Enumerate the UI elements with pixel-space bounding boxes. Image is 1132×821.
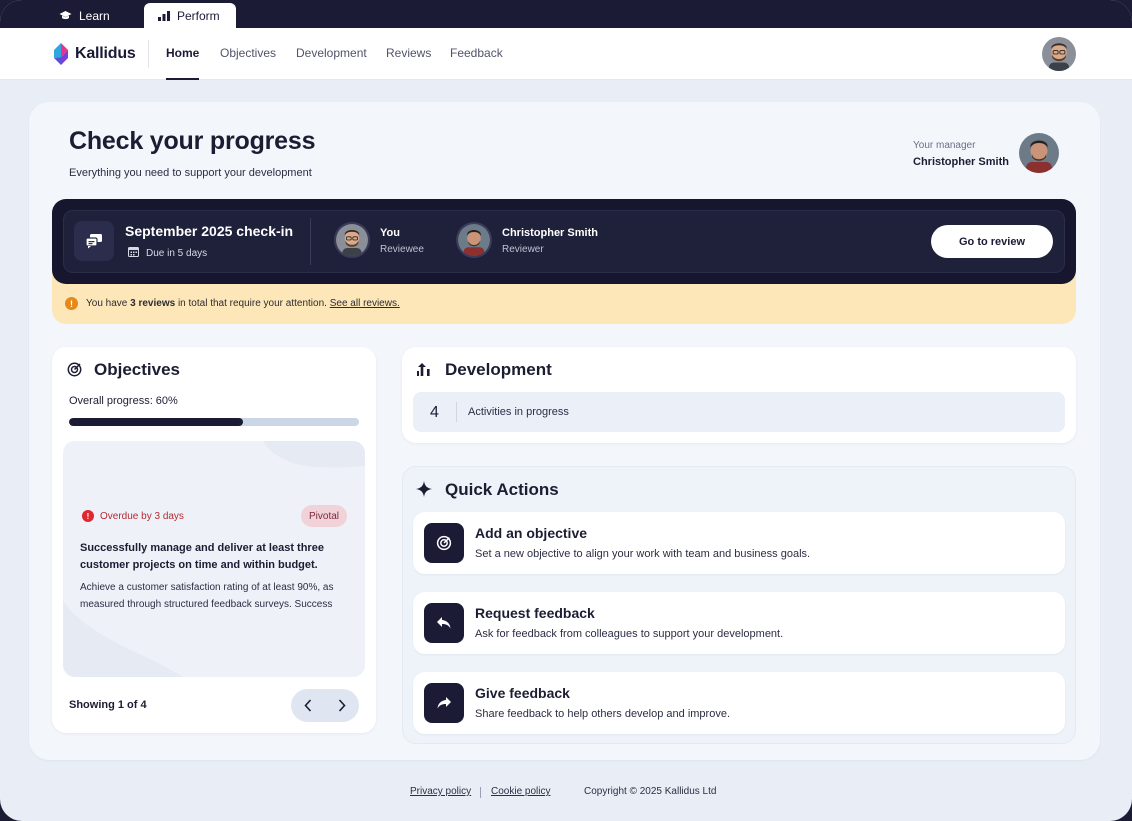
privacy-policy-link[interactable]: Privacy policy — [410, 786, 471, 797]
user-avatar[interactable] — [1042, 37, 1076, 71]
bar-chart-icon — [158, 10, 170, 21]
kallidus-logo-icon — [54, 43, 68, 65]
row-divider — [456, 402, 457, 422]
add-objective-title: Add an objective — [475, 525, 588, 541]
alert-text: in total that require your attention. — [175, 298, 330, 309]
nav-link-feedback[interactable]: Feedback — [450, 46, 503, 60]
nav-link-objectives[interactable]: Objectives — [220, 46, 276, 60]
forward-arrow-icon — [424, 683, 464, 723]
product-tab-learn[interactable]: Learn — [45, 3, 124, 28]
cookie-policy-link[interactable]: Cookie policy — [491, 786, 550, 797]
reviewee-name: You — [380, 227, 400, 239]
chevron-left-icon — [304, 699, 312, 712]
reviewee-avatar — [334, 222, 370, 258]
target-icon — [67, 362, 82, 382]
manager-name[interactable]: Christopher Smith — [913, 156, 1009, 168]
kallidus-logo[interactable]: Kallidus — [52, 42, 136, 66]
pagination-control — [291, 689, 359, 722]
progress-fill — [69, 418, 243, 426]
app-frame: Learn Perform Kallidus Home Objectives D… — [0, 0, 1132, 821]
objective-description: Achieve a customer satisfaction rating o… — [80, 582, 334, 610]
product-tab-perform[interactable]: Perform — [144, 3, 236, 28]
see-all-reviews-link[interactable]: See all reviews. — [330, 298, 400, 309]
checkin-divider — [310, 218, 311, 265]
nav-link-home[interactable]: Home — [166, 46, 200, 80]
previous-button[interactable] — [291, 689, 325, 722]
calendar-icon — [128, 246, 139, 260]
nav-link-development[interactable]: Development — [296, 46, 367, 60]
nav-link-reviews[interactable]: Reviews — [386, 46, 431, 60]
reply-arrow-icon — [424, 603, 464, 643]
pagination-status: Showing 1 of 4 — [69, 699, 147, 711]
reviewer-avatar — [456, 222, 492, 258]
product-tab-label: Perform — [177, 8, 220, 23]
pivotal-tag: Pivotal — [301, 505, 348, 527]
request-feedback-description: Ask for feedback from colleagues to supp… — [475, 628, 784, 640]
growth-arrows-icon — [417, 362, 432, 382]
footer-divider — [480, 787, 481, 798]
chat-icon — [74, 221, 114, 261]
due-date: Due in 5 days — [128, 246, 207, 260]
reviewee-role: Reviewee — [380, 244, 424, 255]
main-nav: Kallidus Home Objectives Development Rev… — [0, 28, 1132, 80]
page-title: Check your progress — [69, 127, 316, 155]
add-objective-action[interactable] — [413, 512, 1065, 574]
nav-divider — [148, 40, 149, 68]
checkin-card — [63, 210, 1065, 273]
page-subtitle: Everything you need to support your deve… — [69, 167, 312, 179]
chevron-right-icon — [338, 699, 346, 712]
overdue-status: ! Overdue by 3 days — [82, 510, 184, 522]
request-feedback-title: Request feedback — [475, 605, 595, 621]
alert-count: 3 reviews — [130, 298, 176, 309]
overall-progress-bar — [69, 418, 359, 426]
checkin-title: September 2025 check-in — [125, 223, 294, 239]
alert-icon: ! — [82, 510, 94, 522]
sparkle-icon — [416, 481, 432, 502]
next-button[interactable] — [325, 689, 359, 722]
due-text: Due in 5 days — [146, 247, 208, 259]
objectives-title: Objectives — [94, 360, 180, 379]
give-feedback-action[interactable] — [413, 672, 1065, 734]
objective-title[interactable]: Successfully manage and deliver at least… — [80, 540, 350, 574]
overall-progress-label: Overall progress: 60% — [69, 395, 178, 407]
copyright: Copyright © 2025 Kallidus Ltd — [584, 786, 717, 797]
development-title: Development — [445, 360, 552, 379]
reviewer-role: Reviewer — [502, 244, 544, 255]
manager-label: Your manager — [913, 140, 976, 151]
activities-label: Activities in progress — [468, 406, 569, 418]
go-to-review-button[interactable]: Go to review — [931, 225, 1053, 258]
request-feedback-action[interactable] — [413, 592, 1065, 654]
quick-actions-title: Quick Actions — [445, 480, 559, 499]
activities-count: 4 — [430, 404, 439, 421]
attention-message: You have 3 reviews in total that require… — [86, 298, 400, 309]
overdue-text: Overdue by 3 days — [100, 510, 184, 522]
product-tab-label: Learn — [79, 8, 110, 23]
add-objective-description: Set a new objective to align your work w… — [475, 548, 811, 560]
reviewer-name: Christopher Smith — [502, 227, 598, 239]
warning-icon: ! — [65, 297, 78, 310]
manager-avatar[interactable] — [1019, 133, 1059, 173]
brand-name: Kallidus — [75, 45, 136, 62]
target-icon — [424, 523, 464, 563]
alert-text: You have — [86, 298, 131, 309]
give-feedback-title: Give feedback — [475, 685, 570, 701]
give-feedback-description: Share feedback to help others develop an… — [475, 708, 730, 720]
graduation-cap-icon — [59, 10, 72, 21]
